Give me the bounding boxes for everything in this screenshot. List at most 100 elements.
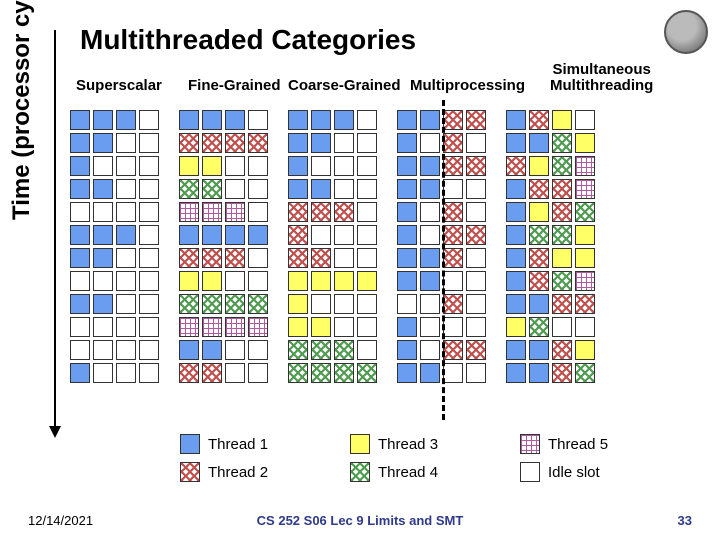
cell (311, 156, 331, 176)
cell (288, 340, 308, 360)
cell (529, 317, 549, 337)
cell (139, 156, 159, 176)
cell (225, 133, 245, 153)
cell (179, 225, 199, 245)
cell (288, 179, 308, 199)
footer-page: 33 (678, 513, 692, 528)
cell (420, 294, 440, 314)
cell (357, 202, 377, 222)
cell (357, 225, 377, 245)
cell (116, 110, 136, 130)
cell (311, 340, 331, 360)
cell (202, 363, 222, 383)
cell (334, 202, 354, 222)
cell (552, 156, 572, 176)
cell (139, 133, 159, 153)
cell (93, 202, 113, 222)
cell (311, 179, 331, 199)
cell (116, 294, 136, 314)
cell (225, 248, 245, 268)
cell (202, 317, 222, 337)
cell (248, 179, 268, 199)
cell (70, 225, 90, 245)
column-3 (397, 110, 486, 383)
cell (179, 248, 199, 268)
cell (420, 179, 440, 199)
legend-item: Thread 1 (180, 430, 350, 458)
cell (311, 248, 331, 268)
legend-swatch (350, 434, 370, 454)
cell (116, 248, 136, 268)
cell (397, 133, 417, 153)
logo-icon (664, 10, 708, 54)
cell (506, 363, 526, 383)
time-axis-arrow (54, 30, 56, 430)
cell (93, 294, 113, 314)
cell (334, 156, 354, 176)
cell (93, 248, 113, 268)
cell (139, 340, 159, 360)
grid-0 (70, 110, 159, 383)
cell (506, 317, 526, 337)
cell (466, 317, 486, 337)
cell (288, 202, 308, 222)
cell (311, 225, 331, 245)
cell (334, 179, 354, 199)
cell (248, 248, 268, 268)
cell (311, 110, 331, 130)
cell (575, 340, 595, 360)
cell (116, 156, 136, 176)
cell (506, 248, 526, 268)
cell (506, 133, 526, 153)
footer-center: CS 252 S06 Lec 9 Limits and SMT (0, 513, 720, 528)
cell (202, 179, 222, 199)
cell (529, 110, 549, 130)
cell (202, 340, 222, 360)
legend: Thread 1Thread 3Thread 5Thread 2Thread 4… (180, 430, 690, 486)
cell (506, 202, 526, 222)
cell (116, 363, 136, 383)
cell (288, 363, 308, 383)
cell (357, 340, 377, 360)
cell (93, 156, 113, 176)
cell (202, 248, 222, 268)
cell (466, 225, 486, 245)
cell (506, 271, 526, 291)
cell (575, 294, 595, 314)
cell (139, 294, 159, 314)
cell (248, 340, 268, 360)
cell (443, 271, 463, 291)
cell (443, 294, 463, 314)
cell (70, 202, 90, 222)
cell (248, 156, 268, 176)
legend-label: Thread 2 (208, 464, 268, 481)
cell (397, 248, 417, 268)
cell (420, 110, 440, 130)
cell (248, 202, 268, 222)
cell (357, 179, 377, 199)
chart-area (70, 110, 595, 383)
legend-label: Idle slot (548, 464, 600, 481)
cell (139, 363, 159, 383)
cell (575, 271, 595, 291)
cell (529, 271, 549, 291)
cell (248, 225, 268, 245)
cell (552, 363, 572, 383)
cell (443, 133, 463, 153)
cell (93, 133, 113, 153)
cell (420, 225, 440, 245)
cell (506, 340, 526, 360)
col-label-smt: SimultaneousMultithreading (550, 62, 653, 94)
cell (552, 110, 572, 130)
cell (225, 202, 245, 222)
cell (311, 133, 331, 153)
cell (93, 317, 113, 337)
cell (529, 202, 549, 222)
cell (334, 294, 354, 314)
legend-item: Thread 3 (350, 430, 520, 458)
cell (575, 225, 595, 245)
cell (179, 340, 199, 360)
cell (420, 271, 440, 291)
cell (179, 363, 199, 383)
cell (466, 294, 486, 314)
